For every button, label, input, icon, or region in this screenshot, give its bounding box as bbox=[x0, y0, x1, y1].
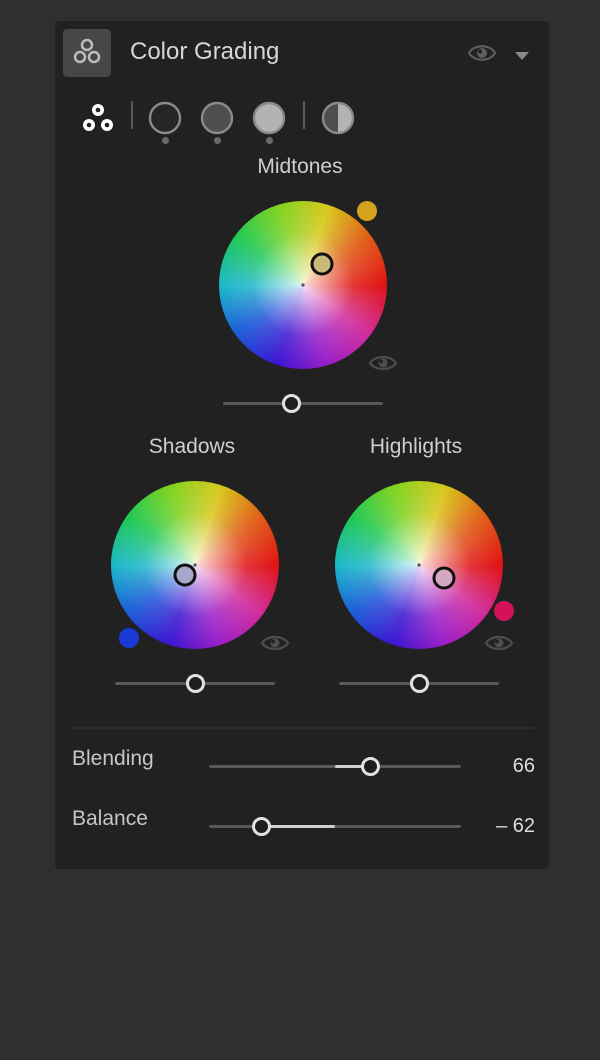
shadows-label: Shadows bbox=[148, 435, 236, 458]
highlight-circle-icon[interactable] bbox=[252, 101, 286, 135]
balance-label: Balance bbox=[72, 807, 148, 830]
highlights-luminance-slider[interactable] bbox=[339, 673, 499, 693]
eye-icon[interactable] bbox=[484, 632, 514, 654]
midtones-luminance-slider[interactable] bbox=[223, 393, 383, 413]
eye-icon[interactable] bbox=[260, 632, 290, 654]
mode-indicator-dot bbox=[214, 137, 221, 144]
three-circles-icon[interactable] bbox=[63, 29, 111, 77]
shadows-color-swatch[interactable] bbox=[119, 628, 139, 648]
mode-indicator-dot bbox=[162, 137, 169, 144]
midtones-label: Midtones bbox=[257, 155, 343, 178]
mode-separator bbox=[303, 101, 305, 129]
balance-value[interactable]: – 62 bbox=[455, 812, 535, 840]
blending-value[interactable]: 66 bbox=[455, 752, 535, 780]
shadows-color-wheel[interactable] bbox=[110, 480, 280, 650]
blending-label: Blending bbox=[72, 747, 154, 770]
chevron-down-icon[interactable] bbox=[514, 48, 530, 60]
section-divider bbox=[72, 727, 534, 729]
color-grading-panel: Color Grading Midtones Shadows Highlight… bbox=[55, 21, 549, 869]
shadow-circle-icon[interactable] bbox=[148, 101, 182, 135]
highlights-color-wheel[interactable] bbox=[334, 480, 504, 650]
blending-slider[interactable] bbox=[209, 756, 461, 776]
highlights-label: Highlights bbox=[369, 435, 463, 458]
three-circles-icon[interactable] bbox=[79, 99, 117, 137]
half-circle-icon[interactable] bbox=[321, 101, 355, 135]
eye-icon[interactable] bbox=[467, 41, 497, 65]
panel-title: Color Grading bbox=[130, 38, 280, 65]
shadows-luminance-slider[interactable] bbox=[115, 673, 275, 693]
midtones-color-swatch[interactable] bbox=[357, 201, 377, 221]
wheel-mode-bar bbox=[55, 93, 549, 153]
mode-separator bbox=[131, 101, 133, 129]
highlights-color-swatch[interactable] bbox=[494, 601, 514, 621]
midtones-color-wheel[interactable] bbox=[218, 200, 388, 370]
midtone-circle-icon[interactable] bbox=[200, 101, 234, 135]
balance-slider[interactable] bbox=[209, 816, 461, 836]
mode-indicator-dot bbox=[266, 137, 273, 144]
eye-icon[interactable] bbox=[368, 352, 398, 374]
